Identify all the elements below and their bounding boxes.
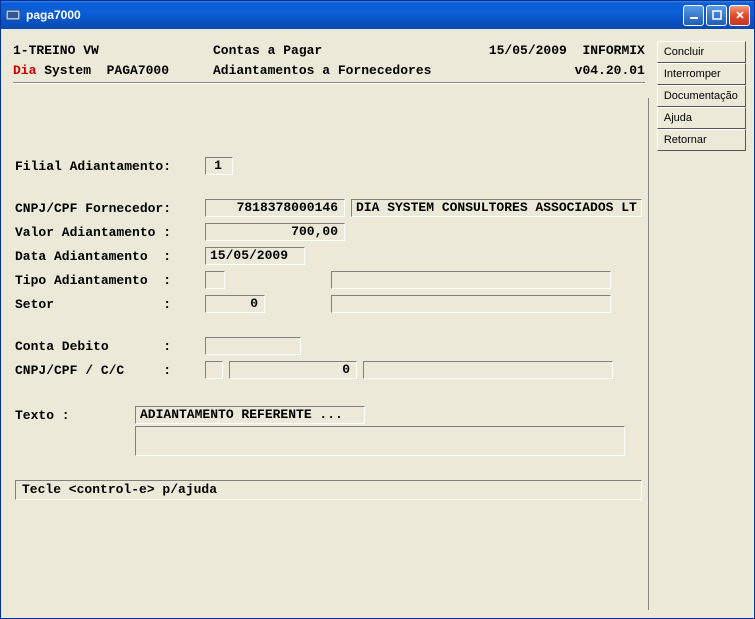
conta-label: Conta Debito : [15, 339, 205, 354]
cnpjcc-b-input[interactable]: 0 [229, 361, 357, 379]
close-button[interactable] [729, 5, 750, 26]
header-system: Dia System PAGA7000 [13, 61, 213, 81]
form-panel: Filial Adiantamento: 1 CNPJ/CPF Forneced… [9, 98, 649, 610]
setor-desc-display [331, 295, 611, 313]
filial-label: Filial Adiantamento: [15, 159, 205, 174]
header-screen: Adiantamentos a Fornecedores [213, 61, 465, 81]
window-title: paga7000 [26, 8, 683, 22]
application-window: paga7000 1-TREINO VW Contas a Pagar 15/0… [0, 0, 755, 619]
setor-label: Setor : [15, 297, 205, 312]
cnpj-name-display: DIA SYSTEM CONSULTORES ASSOCIADOS LT [351, 199, 642, 217]
setor-input[interactable]: 0 [205, 295, 265, 313]
maximize-button[interactable] [706, 5, 727, 26]
cnpjcc-desc-display [363, 361, 613, 379]
app-icon [5, 7, 21, 23]
cnpj-input[interactable]: 7818378000146 [205, 199, 345, 217]
cnpj-label: CNPJ/CPF Fornecedor: [15, 201, 205, 216]
header-date-db: 15/05/2009 INFORMIX [465, 41, 645, 61]
ajuda-button[interactable]: Ajuda [657, 107, 746, 129]
documentacao-button[interactable]: Documentação [657, 85, 746, 107]
tipo-desc-display [331, 271, 611, 289]
conta-input[interactable] [205, 337, 301, 355]
retornar-button[interactable]: Retornar [657, 129, 746, 151]
header-separator [13, 82, 645, 84]
texto-label: Texto : [15, 406, 135, 456]
header-version: v04.20.01 [465, 61, 645, 81]
help-hint: Tecle <control-e> p/ajuda [15, 480, 642, 500]
tipo-input[interactable] [205, 271, 225, 289]
data-input[interactable]: 15/05/2009 [205, 247, 305, 265]
texto-line1[interactable]: ADIANTAMENTO REFERENTE ... [135, 406, 365, 424]
client-area: 1-TREINO VW Contas a Pagar 15/05/2009 IN… [1, 29, 754, 618]
filial-input[interactable]: 1 [205, 157, 233, 175]
header-module: Contas a Pagar [213, 41, 465, 61]
right-button-panel: Concluir Interromper Documentação Ajuda … [657, 35, 746, 610]
main-area: 1-TREINO VW Contas a Pagar 15/05/2009 IN… [9, 35, 649, 610]
cnpjcc-a-input[interactable] [205, 361, 223, 379]
header-company: 1-TREINO VW [13, 41, 213, 61]
cnpjcc-label: CNPJ/CPF / C/C : [15, 363, 205, 378]
valor-input[interactable]: 700,00 [205, 223, 345, 241]
valor-label: Valor Adiantamento : [15, 225, 205, 240]
tipo-label: Tipo Adiantamento : [15, 273, 205, 288]
window-buttons [683, 5, 750, 26]
header-block: 1-TREINO VW Contas a Pagar 15/05/2009 IN… [9, 35, 649, 92]
interromper-button[interactable]: Interromper [657, 63, 746, 85]
minimize-button[interactable] [683, 5, 704, 26]
texto-line2[interactable] [135, 426, 625, 456]
data-label: Data Adiantamento : [15, 249, 205, 264]
title-bar: paga7000 [1, 1, 754, 29]
concluir-button[interactable]: Concluir [657, 41, 746, 63]
